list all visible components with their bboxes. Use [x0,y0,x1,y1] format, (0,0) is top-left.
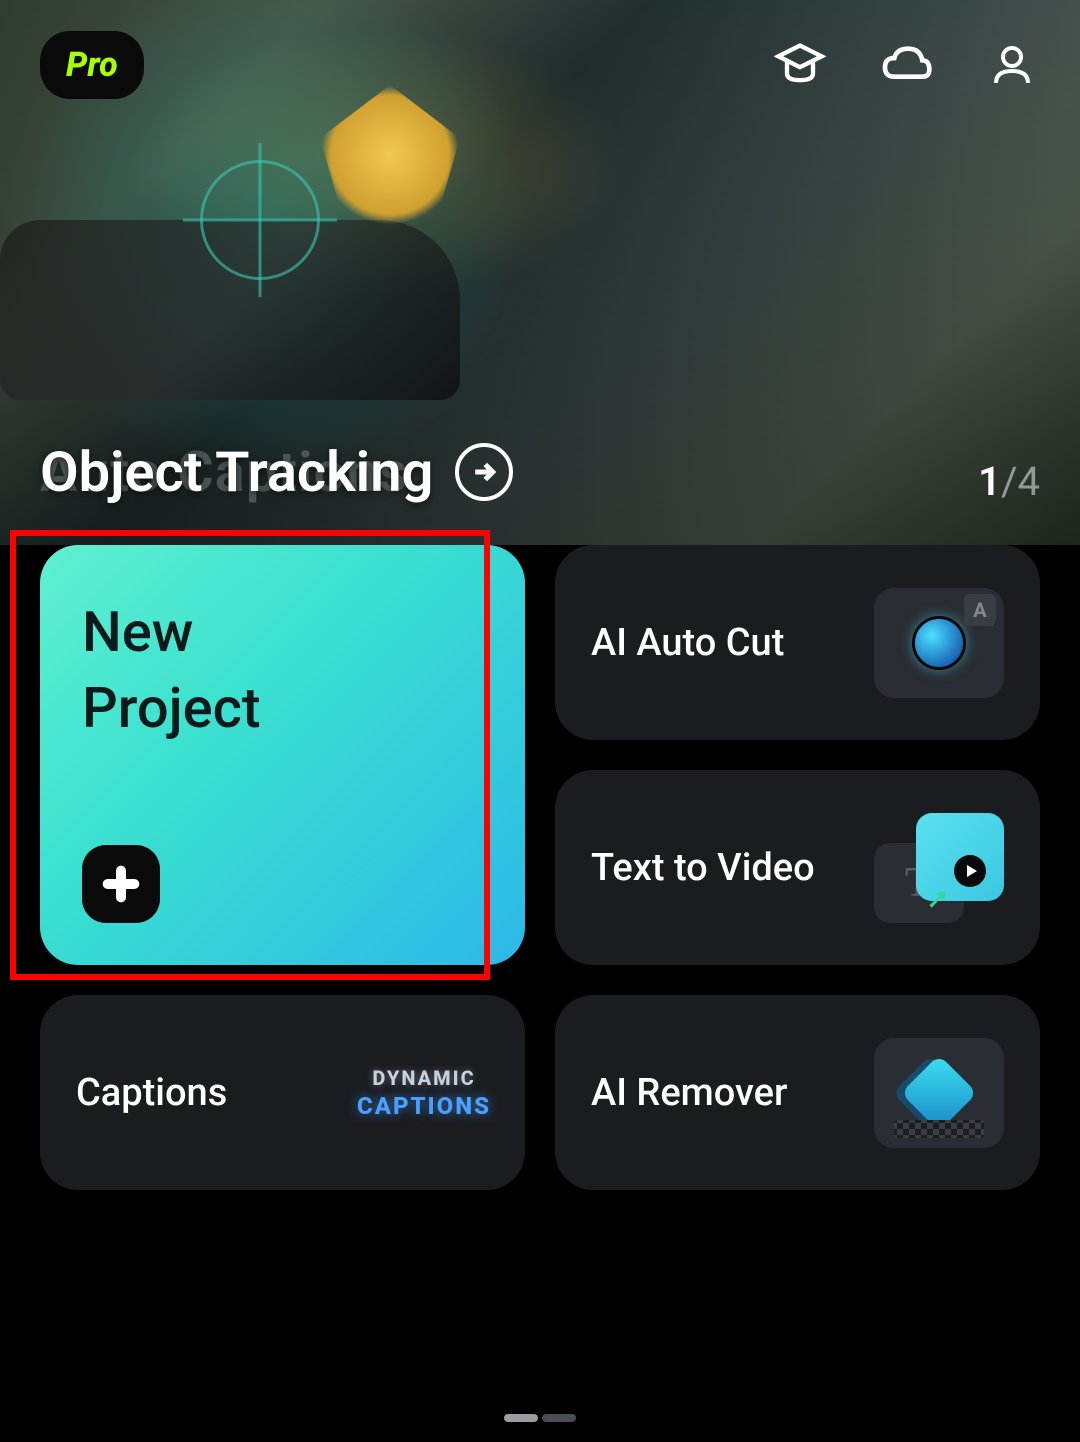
arrow-right-icon [455,443,513,501]
bottom-page-indicator [504,1414,576,1422]
ai-auto-cut-card[interactable]: AI Auto Cut [555,545,1040,740]
learn-icon[interactable] [772,37,828,93]
top-bar: Pro [0,0,1080,130]
hero-title-wrap[interactable]: Object Tracking [40,439,513,505]
ai-auto-cut-label: AI Auto Cut [591,621,784,665]
pro-badge[interactable]: Pro [40,31,144,99]
page-current: 1 [978,458,1001,505]
page-indicator: 1/4 [978,458,1040,505]
profile-icon[interactable] [984,37,1040,93]
feature-grid: New Project AI Auto Cut Text to Video T … [0,545,1080,1190]
ai-remover-icon [874,1038,1004,1148]
top-icons [772,37,1040,93]
plus-icon [82,845,160,923]
ai-remover-card[interactable]: AI Remover [555,995,1040,1190]
text-to-video-card[interactable]: Text to Video T ➚ [555,770,1040,965]
text-to-video-label: Text to Video [591,846,815,890]
captions-card[interactable]: Captions DYNAMIC CAPTIONS [40,995,525,1190]
cloud-icon[interactable] [878,37,934,93]
text-to-video-icon: T ➚ [874,813,1004,923]
ai-remover-label: AI Remover [591,1071,787,1115]
ai-auto-cut-icon [874,588,1004,698]
captions-icon: DYNAMIC CAPTIONS [359,1038,489,1148]
new-project-card[interactable]: New Project [40,545,525,965]
page-total: 4 [1018,458,1040,505]
hero-title: Object Tracking [40,439,433,505]
crosshair-graphic [200,160,320,280]
captions-label: Captions [76,1071,227,1115]
new-project-label: New Project [82,595,261,746]
hero-banner[interactable]: Pro Auto Captions Object Tracking 1/4 [0,0,1080,545]
